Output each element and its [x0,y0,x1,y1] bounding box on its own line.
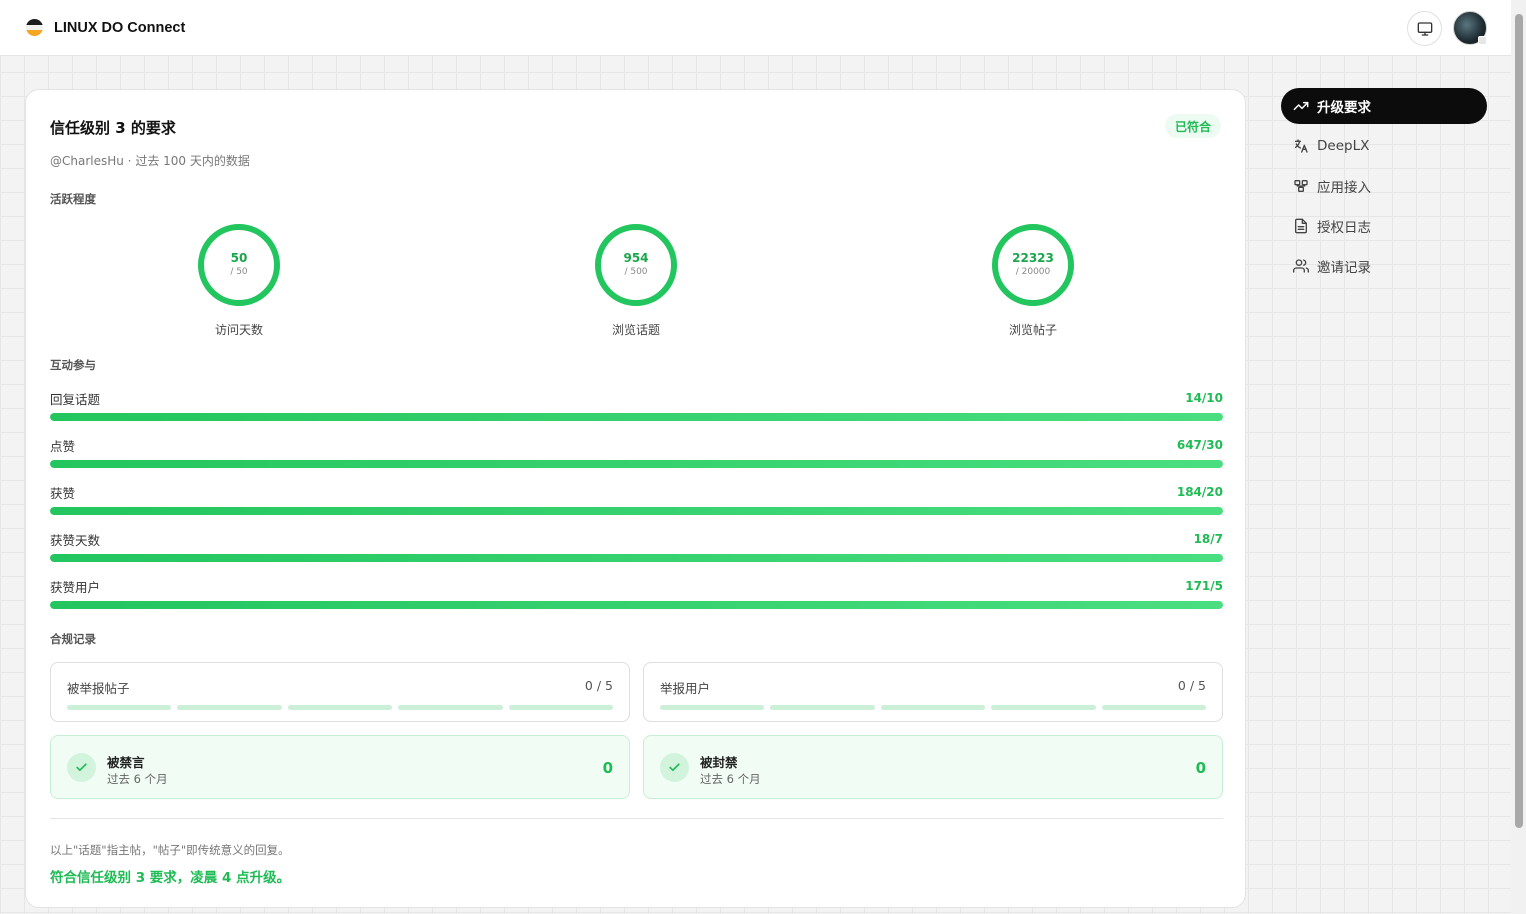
status-badge: 已符合 [1164,114,1221,138]
section-compliance: 合规记录 [50,632,96,646]
progress-fill [50,554,1223,562]
card-subtitle: @CharlesHu · 过去 100 天内的数据 [50,154,250,168]
ring-target: / 500 [624,267,648,277]
app-logo-icon[interactable] [26,19,43,36]
card-title: 信任级别 3 的要求 [50,119,176,137]
ring-target: / 20000 [1015,267,1051,277]
monitor-icon [1417,21,1432,36]
user-avatar[interactable] [1453,11,1487,45]
nav-label: 应用接入 [1317,180,1371,196]
bar-liked-users: 获赞用户 171/5 [50,578,1223,609]
box-label: 被举报帖子 [67,681,130,696]
segment-meter [660,705,1207,710]
progress-ring: 50 / 50 [197,223,281,307]
box-subtitle: 过去 6 个月 [107,772,168,786]
nav-item-auth-log[interactable]: 授权日志 [1281,208,1487,244]
nav-label: 授权日志 [1317,220,1371,236]
display-mode-button[interactable] [1407,11,1442,46]
segment-meter [67,705,614,710]
box-title: 被封禁 [700,755,738,770]
bar-likes-received: 获赞 184/20 [50,484,1223,515]
box-count: 0 [602,759,613,777]
nav-item-upgrade[interactable]: 升级要求 [1281,88,1487,124]
trust-level-card: 信任级别 3 的要求 已符合 @CharlesHu · 过去 100 天内的数据… [25,89,1246,908]
trending-up-icon [1293,98,1309,114]
progress-fill [50,507,1223,515]
ring-value: 954 [623,251,649,265]
nav-item-deeplx[interactable]: DeepLX [1281,128,1487,164]
progress-ring: 22323 / 20000 [991,223,1075,307]
box-count: 0 [1195,759,1206,777]
ring-label: 浏览话题 [611,323,660,337]
bar-liked-days: 获赞天数 18/7 [50,531,1223,562]
nav-item-invites[interactable]: 邀请记录 [1281,248,1487,284]
suspended-box: 被封禁 过去 6 个月 0 [643,735,1223,799]
bar-value: 647/30 [1176,438,1223,452]
check-icon [67,753,96,782]
bar-label: 获赞用户 [50,579,101,595]
scrollbar-thumb[interactable] [1515,14,1523,828]
document-icon [1293,218,1309,234]
bar-replies: 回复话题 14/10 [50,390,1223,421]
bar-likes-given: 点赞 647/30 [50,437,1223,468]
box-label: 举报用户 [660,681,711,696]
bar-value: 18/7 [1193,532,1223,546]
top-actions [1407,11,1487,46]
progress-fill [50,601,1223,609]
nav-label: 邀请记录 [1317,260,1371,276]
reported-posts-box: 被举报帖子 0 / 5 [50,662,630,722]
box-subtitle: 过去 6 个月 [700,772,761,786]
section-interaction: 互动参与 [50,358,96,372]
bar-label: 点赞 [50,438,76,454]
ring-label: 访问天数 [214,323,263,337]
apps-icon [1293,178,1309,194]
reported-users-box: 举报用户 0 / 5 [643,662,1223,722]
progress-track [50,554,1223,562]
progress-track [50,507,1223,515]
check-icon [660,753,689,782]
ring-value: 50 [230,251,248,265]
ring-target: / 50 [230,267,248,277]
box-count: 0 / 5 [1177,678,1206,693]
bar-value: 14/10 [1185,391,1223,405]
footnote: 以上"话题"指主帖，"帖子"即传统意义的回复。 [50,843,290,857]
progress-ring: 954 / 500 [594,223,678,307]
users-icon [1293,258,1309,274]
bar-value: 184/20 [1176,485,1223,499]
progress-fill [50,460,1223,468]
page-scrollbar[interactable] [1511,0,1526,914]
bar-label: 回复话题 [50,391,101,407]
top-bar: LINUX DO Connect [0,0,1511,56]
bar-label: 获赞 [50,485,76,501]
bar-label: 获赞天数 [50,532,101,548]
ring-posts-viewed: 22323 / 20000 浏览帖子 [963,223,1103,338]
silenced-box: 被禁言 过去 6 个月 0 [50,735,630,799]
ring-value: 22323 [1012,251,1054,265]
result-message: 符合信任级别 3 要求，凌晨 4 点升级。 [50,870,291,886]
section-activity: 活跃程度 [50,192,96,206]
progress-track [50,601,1223,609]
nav-label: 升级要求 [1317,100,1371,116]
nav-label: DeepLX [1317,138,1370,154]
translate-icon [1293,138,1309,154]
status-dot [1478,36,1487,45]
bar-value: 171/5 [1185,579,1223,593]
progress-track [50,413,1223,421]
progress-track [50,460,1223,468]
nav-item-apps[interactable]: 应用接入 [1281,168,1487,204]
app-title[interactable]: LINUX DO Connect [54,20,185,36]
side-nav: 升级要求 DeepLX 应用接入 授权日志 邀请记录 [1281,88,1487,288]
ring-visit-days: 50 / 50 访问天数 [169,223,309,338]
ring-topics-viewed: 954 / 500 浏览话题 [566,223,706,338]
divider [50,818,1223,819]
box-title: 被禁言 [107,755,145,770]
box-count: 0 / 5 [584,678,613,693]
progress-fill [50,413,1223,421]
ring-label: 浏览帖子 [1008,323,1057,337]
